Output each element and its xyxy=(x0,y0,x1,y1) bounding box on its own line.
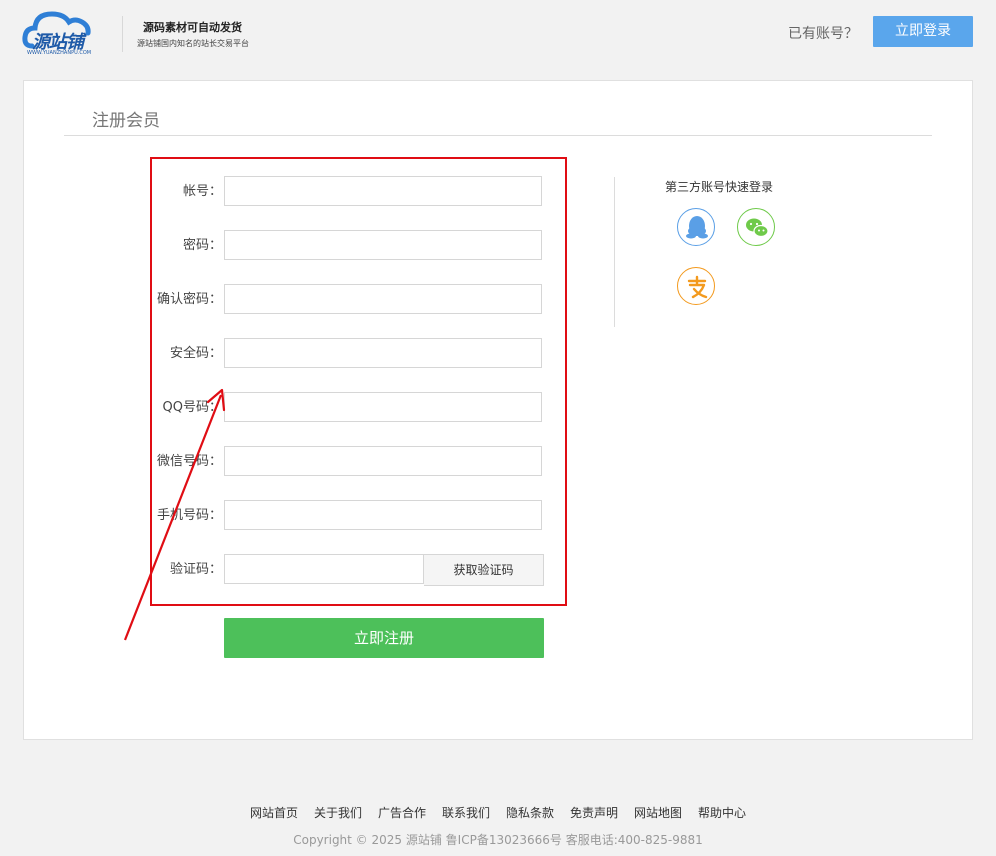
register-panel: 注册会员 帐号： 密码： 确认密码： 安全码： QQ号码： 微信号码： 手机号码… xyxy=(23,80,973,740)
footer-links: 网站首页 关于我们 广告合作 联系我们 隐私条款 免责声明 网站地图 帮助中心 xyxy=(0,804,996,821)
page-title: 注册会员 xyxy=(92,111,160,131)
wechat-label: 微信号码： xyxy=(156,454,222,469)
footer-link-about[interactable]: 关于我们 xyxy=(314,804,362,821)
site-logo[interactable]: 源站铺 WWW.YUANZHANPU.COM xyxy=(22,6,106,58)
wechat-icon xyxy=(746,218,769,238)
logo-url: WWW.YUANZHANPU.COM xyxy=(27,50,92,56)
footer-link-home[interactable]: 网站首页 xyxy=(250,804,298,821)
form-row-wechat: 微信号码： xyxy=(150,446,547,478)
get-captcha-button[interactable]: 获取验证码 xyxy=(424,554,544,586)
form-row-captcha: 验证码： 获取验证码 xyxy=(150,554,547,586)
password-input[interactable] xyxy=(224,230,542,260)
form-row-confirm-password: 确认密码： xyxy=(150,284,547,316)
footer-link-ads[interactable]: 广告合作 xyxy=(378,804,426,821)
slogan-main: 源码素材可自动发货 xyxy=(143,21,242,34)
title-divider xyxy=(64,135,932,136)
footer-link-contact[interactable]: 联系我们 xyxy=(442,804,490,821)
logo-divider xyxy=(122,16,123,52)
form-row-security-code: 安全码： xyxy=(150,338,547,370)
confirm-password-label: 确认密码： xyxy=(156,292,222,307)
alipay-icon xyxy=(687,275,708,299)
wechat-login-button[interactable] xyxy=(737,208,775,246)
footer-link-disclaimer[interactable]: 免责声明 xyxy=(570,804,618,821)
form-row-phone: 手机号码： xyxy=(150,500,547,532)
qq-icon xyxy=(686,216,708,239)
form-row-account: 帐号： xyxy=(150,176,547,208)
security-code-input[interactable] xyxy=(224,338,542,368)
slogan-sub: 源站铺国内知名的站长交易平台 xyxy=(137,39,249,48)
wechat-input[interactable] xyxy=(224,446,542,476)
captcha-input[interactable] xyxy=(224,554,424,584)
confirm-password-input[interactable] xyxy=(224,284,542,314)
form-row-password: 密码： xyxy=(150,230,547,262)
section-divider xyxy=(614,177,615,327)
footer-link-help[interactable]: 帮助中心 xyxy=(698,804,746,821)
captcha-label: 验证码： xyxy=(169,562,222,577)
qq-login-button[interactable] xyxy=(677,208,715,246)
login-button[interactable]: 立即登录 xyxy=(873,16,973,47)
qq-input[interactable] xyxy=(224,392,542,422)
account-input[interactable] xyxy=(224,176,542,206)
password-label: 密码： xyxy=(182,238,222,253)
has-account-text: 已有账号？ xyxy=(788,26,858,42)
qq-label: QQ号码： xyxy=(162,400,222,415)
phone-label: 手机号码： xyxy=(156,508,222,523)
alipay-login-button[interactable] xyxy=(677,267,715,305)
footer-link-sitemap[interactable]: 网站地图 xyxy=(634,804,682,821)
copyright-text: Copyright © 2025 源站铺 鲁ICP备13023666号 客服电话… xyxy=(293,833,703,847)
security-code-label: 安全码： xyxy=(169,346,222,361)
footer-link-privacy[interactable]: 隐私条款 xyxy=(506,804,554,821)
form-row-qq: QQ号码： xyxy=(150,392,547,424)
phone-input[interactable] xyxy=(224,500,542,530)
register-submit-button[interactable]: 立即注册 xyxy=(224,618,544,658)
header: 源站铺 WWW.YUANZHANPU.COM 源码素材可自动发货 源站铺国内知名… xyxy=(0,0,996,64)
third-party-title: 第三方账号快速登录 xyxy=(665,180,774,194)
account-label: 帐号： xyxy=(182,184,222,199)
